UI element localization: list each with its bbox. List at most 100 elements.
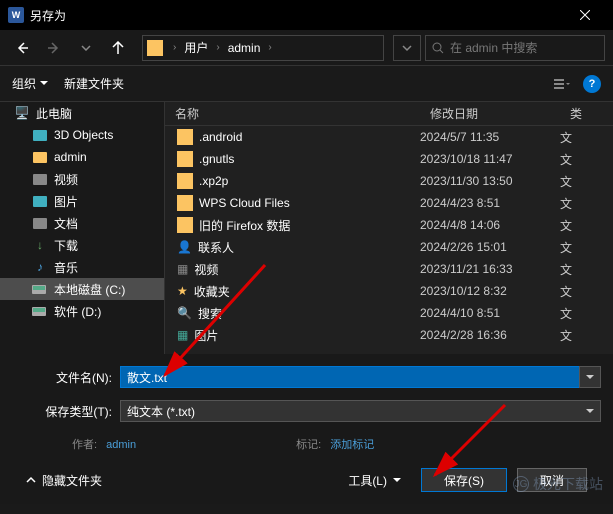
view-icon [554, 77, 570, 91]
filetype-select[interactable]: 纯文本 (*.txt) [120, 400, 601, 422]
pc-icon: 🖥️ [14, 105, 30, 121]
file-name: 联系人 [198, 239, 234, 256]
search-input[interactable]: 在 admin 中搜索 [425, 35, 605, 61]
sidebar: 🖥️ 此电脑 3D Objectsadmin视频图片文档↓下载♪音乐本地磁盘 (… [0, 102, 165, 354]
file-row[interactable]: ★收藏夹2023/10/12 8:32文 [165, 280, 613, 302]
author-meta[interactable]: 作者: admin [72, 436, 136, 452]
hide-folders-button[interactable]: 隐藏文件夹 [26, 472, 102, 489]
sidebar-this-pc[interactable]: 🖥️ 此电脑 [0, 102, 164, 124]
column-type[interactable]: 类 [560, 105, 613, 122]
chevron-down-icon [393, 478, 401, 483]
toolbar: 组织 新建文件夹 ? [0, 66, 613, 102]
filename-input[interactable] [120, 366, 580, 388]
sidebar-item[interactable]: 文档 [0, 212, 164, 234]
file-row[interactable]: .xp2p2023/11/30 13:50文 [165, 170, 613, 192]
breadcrumb[interactable]: › 用户 › admin › [142, 35, 384, 61]
file-row[interactable]: ▦图片2024/2/28 16:36文 [165, 324, 613, 346]
folder-icon [32, 215, 48, 231]
file-name: 旧的 Firefox 数据 [199, 217, 290, 234]
file-type: 文 [560, 283, 572, 300]
file-name: .android [199, 130, 242, 144]
file-row[interactable]: 👤 联系人 2024/2/26 15:01文 [165, 236, 613, 258]
sidebar-item[interactable]: 视频 [0, 168, 164, 190]
sidebar-item[interactable]: 本地磁盘 (C:) [0, 278, 164, 300]
view-options-button[interactable] [551, 73, 573, 95]
folder-icon [32, 303, 48, 319]
file-row[interactable]: .android 2024/5/7 11:35文 [165, 126, 613, 148]
filename-dropdown[interactable] [579, 366, 601, 388]
file-icon: 🔍 [177, 306, 192, 320]
window-title: 另存为 [30, 7, 66, 24]
file-icon [177, 129, 193, 145]
refresh-button[interactable] [393, 35, 421, 61]
titlebar: W 另存为 [0, 0, 613, 30]
column-name[interactable]: 名称 [165, 105, 420, 122]
chevron-right-icon: › [167, 42, 182, 53]
cancel-button[interactable]: 取消 [517, 468, 587, 492]
file-type: 文 [560, 327, 572, 344]
file-type: 文 [560, 261, 572, 278]
file-date: 2023/11/30 13:50 [420, 174, 560, 188]
sidebar-item[interactable]: admin [0, 146, 164, 168]
filename-label: 文件名(N): [12, 369, 120, 386]
sidebar-item[interactable]: 软件 (D:) [0, 300, 164, 322]
breadcrumb-item[interactable]: admin [226, 41, 263, 55]
sidebar-item[interactable]: ♪音乐 [0, 256, 164, 278]
file-row[interactable]: .gnutls2023/10/18 11:47文 [165, 148, 613, 170]
file-icon [177, 173, 193, 189]
organize-button[interactable]: 组织 [12, 75, 48, 92]
file-name: 搜索 [198, 305, 222, 322]
sidebar-item[interactable]: 图片 [0, 190, 164, 212]
file-list: 名称 修改日期 类 .android2024/5/7 11:35文.gnutls… [165, 102, 613, 354]
file-date: 2023/11/21 16:33 [420, 262, 560, 276]
file-date: 2023/10/12 8:32 [420, 284, 560, 298]
tags-meta[interactable]: 标记: 添加标记 [296, 436, 374, 452]
file-row[interactable]: 旧的 Firefox 数据2024/4/8 14:06文 [165, 214, 613, 236]
file-icon: 👤 [177, 240, 192, 254]
file-name: .gnutls [199, 152, 234, 166]
file-type: 文 [560, 173, 572, 190]
folder-icon [32, 127, 48, 143]
folder-icon [32, 281, 48, 297]
file-row[interactable]: ▦视频2023/11/21 16:33文 [165, 258, 613, 280]
up-button[interactable] [104, 34, 132, 62]
column-date[interactable]: 修改日期 [420, 105, 560, 122]
file-date: 2023/10/18 11:47 [420, 152, 560, 166]
file-name: WPS Cloud Files [199, 196, 290, 210]
recent-dropdown[interactable] [72, 34, 100, 62]
sidebar-item[interactable]: 3D Objects [0, 124, 164, 146]
file-date: 2024/2/26 15:01 [420, 240, 560, 254]
tools-button[interactable]: 工具(L) [338, 468, 411, 492]
word-icon: W [8, 7, 24, 23]
save-button[interactable]: 保存(S) [421, 468, 507, 492]
file-row[interactable]: WPS Cloud Files2024/4/23 8:51文 [165, 192, 613, 214]
file-type: 文 [560, 129, 572, 146]
folder-icon [32, 193, 48, 209]
chevron-down-icon [586, 375, 594, 380]
chevron-down-icon [401, 42, 413, 54]
file-row[interactable]: 🔍搜索2024/4/10 8:51文 [165, 302, 613, 324]
file-date: 2024/2/28 16:36 [420, 328, 560, 342]
file-icon [177, 217, 193, 233]
file-icon: ▦ [177, 262, 188, 276]
breadcrumb-item[interactable]: 用户 [182, 39, 210, 56]
chevron-down-icon [81, 45, 91, 51]
file-name: 图片 [194, 327, 218, 344]
folder-icon: ↓ [32, 237, 48, 253]
search-icon [432, 42, 444, 54]
arrow-up-icon [111, 41, 125, 55]
chevron-down-icon [586, 409, 594, 414]
forward-button[interactable] [40, 34, 68, 62]
file-type: 文 [560, 239, 572, 256]
back-button[interactable] [8, 34, 36, 62]
folder-icon: ♪ [32, 259, 48, 275]
close-button[interactable] [565, 0, 605, 30]
close-icon [580, 10, 590, 20]
file-date: 2024/5/7 11:35 [420, 130, 560, 144]
folder-icon [32, 149, 48, 165]
file-date: 2024/4/23 8:51 [420, 196, 560, 210]
new-folder-button[interactable]: 新建文件夹 [64, 75, 124, 92]
sidebar-item[interactable]: ↓下载 [0, 234, 164, 256]
chevron-down-icon [40, 81, 48, 86]
help-button[interactable]: ? [583, 75, 601, 93]
